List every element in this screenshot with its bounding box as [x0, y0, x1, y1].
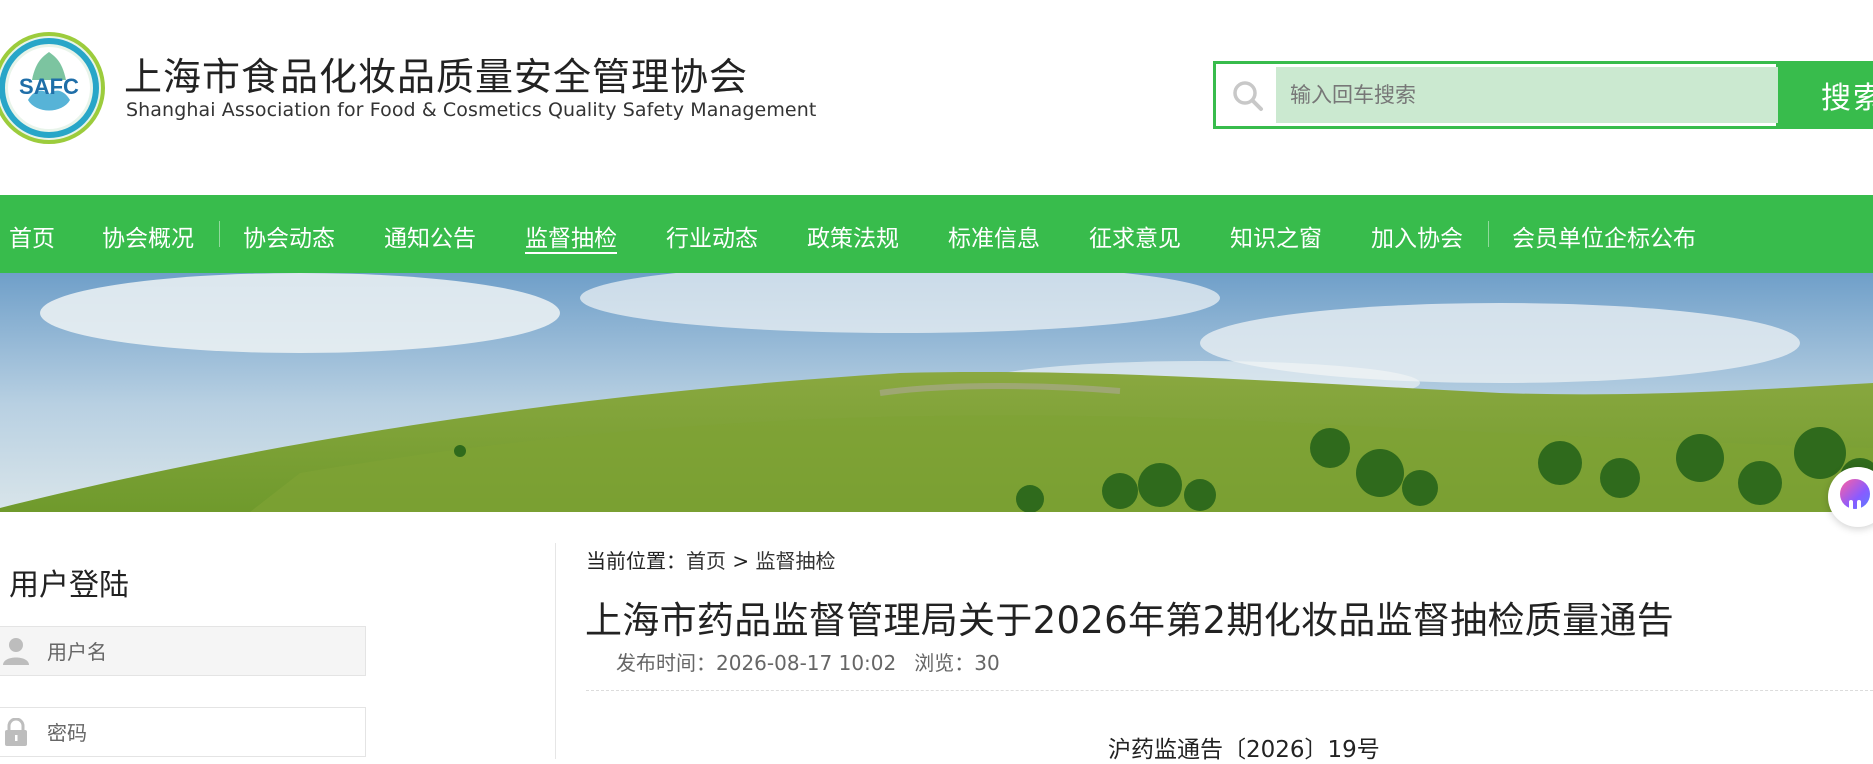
assistant-float-button[interactable] [1828, 467, 1873, 527]
nav-item-standards[interactable]: 标准信息 [948, 219, 1040, 253]
meta-divider [586, 690, 1873, 691]
search-button[interactable]: 搜索 [1779, 61, 1873, 129]
nav-item-supervision[interactable]: 监督抽检 [525, 219, 617, 253]
breadcrumb-current-link[interactable]: 监督抽检 [755, 549, 835, 573]
article-title: 上海市药品监督管理局关于2026年第2期化妆品监督抽检质量通告 [585, 599, 1675, 642]
column-divider [555, 543, 556, 759]
nav-item-join[interactable]: 加入协会 [1371, 219, 1463, 253]
password-field [0, 707, 366, 758]
views-label: 浏览： [914, 651, 975, 675]
views-count: 30 [974, 651, 1000, 675]
nav-item-policies[interactable]: 政策法规 [807, 219, 899, 253]
nav-item-about[interactable]: 协会概况 [102, 219, 194, 253]
article-meta: 发布时间：2026-08-17 10:02 浏览：30 [616, 647, 1000, 676]
nav-item-knowledge[interactable]: 知识之窗 [1230, 219, 1322, 253]
username-input[interactable] [45, 627, 359, 677]
breadcrumb-separator: > [726, 549, 756, 573]
logo-text: SAFC [19, 74, 79, 99]
nav-item-member-standards[interactable]: 会员单位企标公布 [1512, 219, 1696, 253]
published-date: 2026-08-17 10:02 [716, 651, 897, 675]
safc-logo[interactable]: SAFC [0, 30, 106, 146]
lock-icon [5, 718, 27, 746]
user-icon [3, 638, 29, 665]
search-box [1213, 61, 1779, 129]
search-input[interactable] [1276, 67, 1778, 123]
nav-item-home[interactable]: 首页 [9, 219, 55, 253]
main-nav: 首页 协会概况 协会动态 通知公告 监督抽检 行业动态 政策法规 标准信息 征求… [0, 195, 1873, 273]
nav-item-notices[interactable]: 通知公告 [384, 219, 476, 253]
username-field [0, 626, 366, 677]
nav-item-industry-news[interactable]: 行业动态 [666, 219, 758, 253]
breadcrumb-prefix: 当前位置： [586, 549, 686, 573]
breadcrumb-home-link[interactable]: 首页 [686, 549, 726, 573]
nav-item-association-news[interactable]: 协会动态 [243, 219, 335, 253]
breadcrumb: 当前位置：首页 > 监督抽检 [586, 545, 835, 574]
nav-separator [219, 221, 220, 247]
hero-banner [0, 273, 1873, 512]
site-header: SAFC 上海市食品化妆品质量安全管理协会 Shanghai Associati… [0, 0, 1873, 195]
assistant-icon [1840, 479, 1870, 512]
login-title: 用户登陆 [9, 568, 129, 603]
search-icon [1233, 81, 1263, 111]
nav-separator [1488, 221, 1489, 247]
nav-item-consultation[interactable]: 征求意见 [1089, 219, 1181, 253]
published-label: 发布时间： [616, 651, 716, 675]
password-input[interactable] [45, 708, 359, 758]
banner-landscape-image [0, 273, 1873, 512]
site-title: 上海市食品化妆品质量安全管理协会 [124, 55, 749, 99]
site-subtitle: Shanghai Association for Food & Cosmetic… [126, 99, 817, 121]
